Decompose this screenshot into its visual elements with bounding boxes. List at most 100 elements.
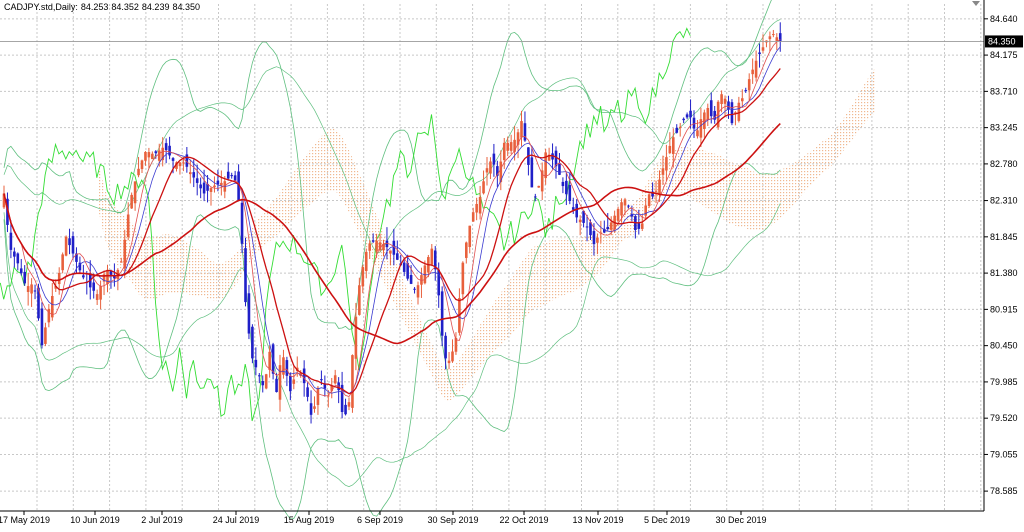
candle-body	[682, 118, 685, 121]
candle-body	[668, 145, 672, 154]
candle-body	[375, 240, 378, 252]
candle-body	[361, 267, 365, 287]
candle-body	[285, 360, 289, 376]
x-tick-label: 30 Sep 2019	[427, 515, 478, 525]
candle-body	[647, 194, 651, 207]
candle-body	[130, 194, 133, 209]
candle-body	[264, 374, 268, 389]
candle-body	[247, 293, 251, 334]
candle-body	[478, 196, 482, 214]
y-tick-label: 78.585	[990, 486, 1018, 496]
candle-body	[120, 261, 123, 263]
candle-body	[489, 161, 492, 174]
candle-body	[585, 226, 589, 228]
candle-body	[309, 403, 313, 415]
candle-body	[502, 142, 506, 161]
candle-body	[9, 232, 13, 250]
candle-body	[537, 185, 541, 188]
y-tick-label: 81.380	[990, 268, 1018, 278]
candle-body	[133, 181, 137, 204]
candle-body	[772, 34, 775, 36]
candle-body	[747, 79, 751, 91]
symbol-label: CADJPY.std,Daily:	[4, 2, 78, 12]
candle-body	[82, 275, 85, 278]
candle-body	[775, 37, 779, 42]
candle-body	[440, 291, 444, 336]
candle-body	[344, 404, 347, 415]
candle-body	[672, 137, 675, 154]
candle-body	[16, 253, 20, 264]
candle-body	[768, 36, 772, 40]
candle-body	[609, 222, 613, 230]
candle-body	[402, 262, 406, 272]
candle-body	[606, 226, 610, 230]
candle-body	[461, 262, 465, 295]
candle-body	[182, 162, 185, 164]
candle-body	[744, 90, 748, 92]
candle-body	[409, 275, 413, 284]
x-tick-label: 10 Jun 2019	[70, 515, 120, 525]
candle-body	[706, 108, 710, 120]
price-chart[interactable]: 84.350 84.640 84.175 83.710 83.245 82.780 82.…	[0, 0, 1024, 527]
candle-body	[534, 196, 537, 198]
candle-body	[368, 243, 371, 251]
candle-body	[61, 254, 64, 271]
candle-body	[147, 152, 151, 158]
candle-body	[665, 157, 668, 171]
y-tick-label: 79.985	[990, 377, 1018, 387]
low-value: 84.239	[141, 2, 170, 12]
candle-body	[164, 143, 168, 151]
shift-marker	[972, 1, 980, 6]
candle-body	[689, 110, 692, 118]
symbol-info: CADJPY.std,Daily: 84.253 84.352 84.239 84.35…	[4, 2, 203, 12]
candle-body	[209, 188, 213, 192]
y-tick-label: 84.175	[990, 50, 1018, 60]
candle-body	[95, 294, 99, 300]
candle-body	[333, 375, 337, 384]
candle-body	[413, 288, 416, 290]
candle-body	[23, 271, 26, 284]
candle-body	[347, 402, 351, 407]
candle-body	[637, 223, 641, 229]
high-value: 84.352	[111, 2, 139, 12]
y-tick-label: 79.055	[990, 449, 1018, 459]
x-tick-label: 17 May 2019	[0, 515, 50, 525]
candle-body	[251, 326, 254, 359]
candle-body	[126, 214, 130, 237]
candle-body	[258, 375, 261, 377]
x-tick-label: 13 Nov 2019	[572, 515, 623, 525]
candle-body	[692, 117, 696, 129]
candle-body	[575, 203, 578, 218]
candle-body	[730, 102, 734, 124]
candle-body	[465, 242, 468, 258]
candle-body	[44, 327, 47, 344]
candle-body	[751, 69, 754, 75]
candle-body	[758, 52, 761, 55]
y-tick-label: 79.520	[990, 413, 1018, 423]
y-tick-label: 82.310	[990, 196, 1018, 206]
chart-area[interactable]: 84.350 84.640 84.175 83.710 83.245 82.780 82.…	[0, 0, 1024, 527]
y-tick-label: 80.450	[990, 341, 1018, 351]
x-tick-label: 6 Sep 2019	[357, 515, 403, 525]
candle-body	[230, 175, 233, 177]
candle-body	[754, 60, 758, 78]
candle-body	[578, 219, 582, 223]
candle-body	[199, 184, 202, 189]
candle-body	[140, 160, 144, 170]
x-tick-label: 5 Dec 2019	[644, 515, 690, 525]
x-tick-label: 15 Aug 2019	[284, 515, 335, 525]
candle-body	[396, 253, 399, 260]
candle-body	[640, 223, 644, 229]
candle-body	[358, 285, 361, 315]
candle-body	[471, 212, 475, 222]
candle-body	[320, 379, 323, 381]
y-tick-label: 83.245	[990, 123, 1018, 133]
candle-body	[482, 181, 485, 194]
open-value: 84.253	[80, 2, 109, 12]
candle-body	[627, 205, 630, 207]
candle-body	[157, 150, 161, 161]
candle-body	[275, 378, 278, 393]
candle-body	[189, 172, 192, 175]
candle-body	[723, 98, 727, 104]
candle-body	[678, 126, 682, 128]
